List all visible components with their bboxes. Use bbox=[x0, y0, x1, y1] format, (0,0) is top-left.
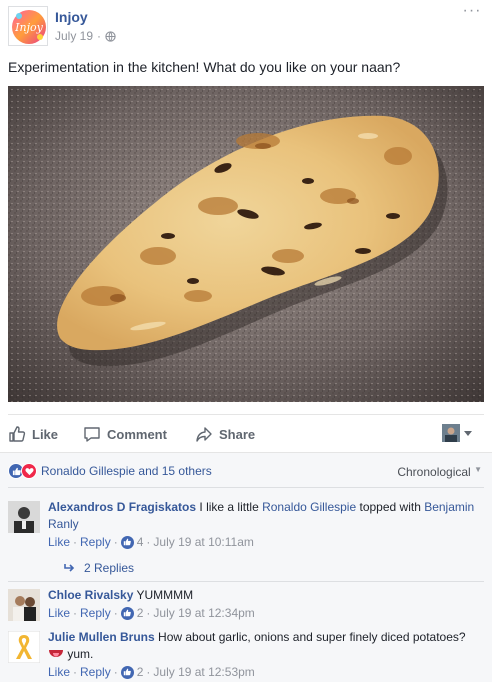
globe-icon[interactable] bbox=[105, 30, 116, 42]
thumbs-up-icon bbox=[9, 426, 26, 442]
reactions-summary[interactable]: Ronaldo Gillespie and 15 others bbox=[8, 463, 212, 479]
comment-time[interactable]: July 19 at 12:53pm bbox=[153, 665, 254, 679]
comment-meta: Like · Reply · 2 · July 19 at 12:53pm bbox=[48, 665, 255, 679]
comment-text-part: How about garlic, onions and super finel… bbox=[154, 630, 466, 644]
comment-text-part: I like a little bbox=[196, 500, 263, 514]
comment-author[interactable]: Alexandros D Fragiskatos bbox=[48, 500, 196, 514]
divider bbox=[8, 581, 484, 582]
comment-reply-link[interactable]: Reply bbox=[80, 665, 111, 679]
comment-author[interactable]: Chloe Rivalsky bbox=[48, 588, 133, 602]
profile-avatar bbox=[442, 424, 460, 442]
replies-count: 2 Replies bbox=[84, 561, 135, 575]
comment-text: Chloe Rivalsky YUMMMM bbox=[48, 587, 484, 604]
comment-like-link[interactable]: Like bbox=[48, 606, 70, 620]
comment-text-part: topped with bbox=[356, 500, 425, 514]
like-count[interactable]: 2 bbox=[137, 665, 144, 679]
love-reaction-icon bbox=[21, 463, 37, 479]
page-avatar[interactable]: Injoy bbox=[8, 6, 48, 46]
avatar-logo-text: Injoy bbox=[14, 21, 43, 34]
comment-text-part: yum. bbox=[64, 647, 94, 661]
like-count-icon bbox=[120, 606, 134, 620]
like-count-icon bbox=[120, 665, 134, 679]
page-name[interactable]: Injoy bbox=[55, 9, 88, 25]
commenter-avatar[interactable] bbox=[8, 501, 40, 533]
sort-label: Chronological bbox=[397, 465, 471, 479]
post-action-bar: Like Comment Share bbox=[8, 414, 484, 452]
mention-link[interactable]: Ronaldo Gillespie bbox=[262, 500, 356, 514]
comment-like-link[interactable]: Like bbox=[48, 535, 70, 549]
comment-text: Alexandros D Fragiskatos I like a little… bbox=[48, 499, 484, 533]
ribbon-icon bbox=[8, 631, 40, 663]
comment-reply-link[interactable]: Reply bbox=[80, 535, 111, 549]
caret-down-icon: ▼ bbox=[474, 465, 482, 474]
chevron-down-icon bbox=[464, 430, 472, 436]
share-button[interactable]: Share bbox=[195, 425, 255, 443]
post-photo[interactable] bbox=[8, 86, 484, 402]
like-button[interactable]: Like bbox=[8, 425, 58, 443]
share-icon bbox=[196, 427, 212, 442]
share-label: Share bbox=[219, 426, 256, 442]
more-icon[interactable]: ··· bbox=[460, 3, 484, 22]
comment-time[interactable]: July 19 at 12:34pm bbox=[153, 606, 254, 620]
post-header: Injoy Injoy July 19 · ··· bbox=[8, 3, 484, 48]
commenter-avatar[interactable] bbox=[8, 589, 40, 621]
comment-sort-dropdown[interactable]: Chronological ▼ bbox=[397, 465, 482, 479]
comment-text: Julie Mullen Bruns How about garlic, oni… bbox=[48, 629, 484, 663]
comment-text-part: YUMMMM bbox=[133, 588, 194, 602]
comment-reply-link[interactable]: Reply bbox=[80, 606, 111, 620]
like-count[interactable]: 2 bbox=[137, 606, 144, 620]
reply-arrow-icon bbox=[64, 564, 75, 572]
comment-like-link[interactable]: Like bbox=[48, 665, 70, 679]
comment-meta: Like · Reply · 2 · July 19 at 12:34pm bbox=[48, 606, 255, 620]
like-count-icon bbox=[120, 535, 134, 549]
naan-photo bbox=[8, 86, 484, 402]
like-label: Like bbox=[32, 426, 59, 442]
reactions-text: Ronaldo Gillespie and 15 others bbox=[41, 464, 212, 478]
comment-label: Comment bbox=[107, 426, 167, 442]
tongue-emoji-icon bbox=[48, 646, 64, 663]
commenter-avatar[interactable] bbox=[8, 631, 40, 663]
comment-meta: Like · Reply · 4 · July 19 at 10:11am bbox=[48, 535, 254, 549]
facebook-post: Injoy Injoy July 19 · ··· Experimentatio… bbox=[0, 0, 492, 682]
post-text: Experimentation in the kitchen! What do … bbox=[8, 59, 401, 75]
post-meta: July 19 · bbox=[55, 29, 116, 43]
divider bbox=[8, 487, 484, 488]
post-as-selector[interactable] bbox=[442, 424, 472, 442]
comment-icon bbox=[84, 427, 100, 442]
comment-time[interactable]: July 19 at 10:11am bbox=[153, 535, 254, 549]
like-count[interactable]: 4 bbox=[137, 535, 144, 549]
view-replies-link[interactable]: 2 Replies bbox=[64, 561, 134, 575]
post-date[interactable]: July 19 bbox=[55, 29, 93, 43]
comment-author[interactable]: Julie Mullen Bruns bbox=[48, 630, 155, 644]
comments-section: Ronaldo Gillespie and 15 others Chronolo… bbox=[0, 452, 492, 682]
comment-button[interactable]: Comment bbox=[83, 425, 167, 443]
